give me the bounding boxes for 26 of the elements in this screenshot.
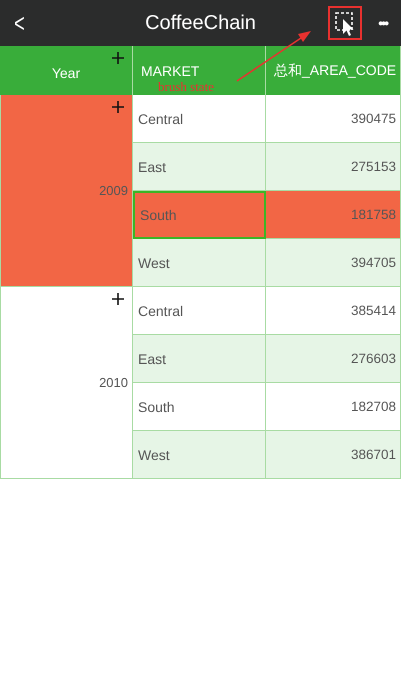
table-cell[interactable]: East	[133, 335, 266, 383]
plus-icon[interactable]	[112, 101, 124, 113]
table-cell[interactable]: West	[133, 239, 266, 287]
plus-icon[interactable]	[112, 52, 124, 64]
table-cell: 390475	[266, 95, 401, 143]
back-button[interactable]: <	[4, 10, 25, 36]
table-cell: 386701	[266, 431, 401, 479]
window-title: CoffeeChain	[145, 12, 256, 34]
table-cell: 276603	[266, 335, 401, 383]
more-button[interactable]: •••	[378, 15, 387, 31]
brush-select-icon[interactable]	[328, 6, 362, 40]
table-cell: 394705	[266, 239, 401, 287]
year-label: 2009	[99, 183, 128, 198]
table-cell[interactable]: Central	[133, 287, 266, 335]
year-label: 2010	[99, 375, 128, 390]
table-cell: 182708	[266, 383, 401, 431]
table-cell[interactable]: South	[133, 383, 266, 431]
annotation-label: brush state	[158, 79, 214, 95]
table-cell[interactable]: Central	[133, 95, 266, 143]
plus-icon[interactable]	[112, 293, 124, 305]
table-cell[interactable]: West	[133, 431, 266, 479]
table-cell[interactable]: East	[133, 143, 266, 191]
table-cell: 181758	[266, 191, 401, 239]
table-cell: 385414	[266, 287, 401, 335]
year-cell[interactable]: 2010	[0, 287, 133, 479]
table-cell: 275153	[266, 143, 401, 191]
